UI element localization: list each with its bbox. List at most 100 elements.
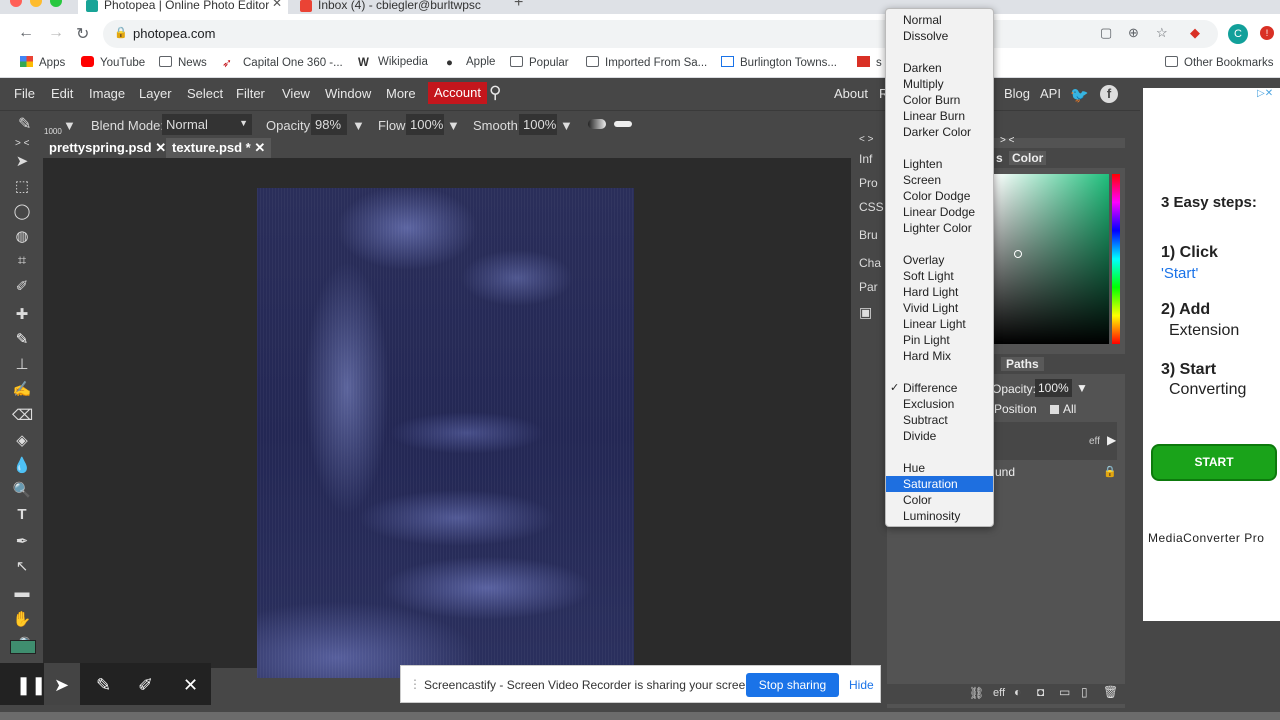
adjustment-layer-icon[interactable]: ◐ [1014,685,1021,699]
search-icon[interactable]: ⚲ [489,83,501,103]
fill-tool-icon[interactable]: ◈ [12,431,32,449]
blend-option-divide[interactable]: Divide [886,428,993,444]
blend-option-linear-burn[interactable]: Linear Burn [886,108,993,124]
hide-button[interactable]: Hide [849,678,874,692]
blend-option-darker-color[interactable]: Darker Color [886,124,993,140]
blend-option-hard-mix[interactable]: Hard Mix [886,348,993,364]
expand-effects-icon[interactable]: ▶ [1107,433,1116,447]
menu-view[interactable]: View [282,86,310,101]
reload-icon[interactable]: ↻ [76,24,89,44]
menu-edit[interactable]: Edit [51,86,73,101]
hue-slider[interactable] [1112,174,1120,344]
bookmark-capital-one[interactable]: ➶ Capital One 360 -... [222,56,343,70]
menu-select[interactable]: Select [187,86,223,101]
blend-option-color-dodge[interactable]: Color Dodge [886,188,993,204]
type-tool-icon[interactable]: T [12,506,32,524]
menu-blog[interactable]: Blog [1004,86,1030,101]
opacity-field[interactable]: 98% [311,114,347,135]
panel-info[interactable]: Inf [859,152,872,166]
blend-option-darken[interactable]: Darken [886,60,993,76]
brush-preset-dropdown-icon[interactable]: ▼ [63,118,76,133]
blend-option-hard-light[interactable]: Hard Light [886,284,993,300]
bookmark-news[interactable]: News [159,56,207,69]
highlighter-icon[interactable]: ✐ [138,675,153,696]
forward-arrow-icon[interactable]: → [48,24,64,42]
tab-paths[interactable]: Paths [1001,357,1044,371]
extension-icon[interactable]: ◆ [1190,25,1200,41]
blend-option-vivid-light[interactable]: Vivid Light [886,300,993,316]
marquee-tool-icon[interactable]: ⬚ [12,177,32,195]
cursor-icon[interactable]: ➤ [54,675,69,696]
blend-mode-dropdown[interactable]: Normal Dissolve Darken Multiply Color Burn Li… [885,8,994,527]
clipboard-icon[interactable]: ▢ [1100,25,1112,41]
path-select-tool-icon[interactable]: ↖ [12,557,32,575]
blend-option-difference[interactable]: ✓ Difference [886,380,993,396]
shape-tool-icon[interactable]: ▬ [12,584,32,602]
blend-option-luminosity[interactable]: Luminosity [886,508,993,524]
bookmark-apps[interactable]: Apps [20,56,65,69]
color-picker-cursor[interactable] [1014,250,1022,258]
menu-api[interactable]: API [1040,86,1061,101]
flow-field[interactable]: 100% [406,114,444,135]
browser-tab-inbox[interactable]: Inbox (4) - cbiegler@burltwpsc [292,0,502,14]
history-brush-icon[interactable]: ✍ [12,380,32,398]
bookmark-s[interactable]: s [857,56,882,69]
panel-properties[interactable]: Pro [859,176,878,190]
bookmark-apple[interactable]: ● Apple [446,56,495,69]
account-button[interactable]: Account [428,82,487,104]
menu-file[interactable]: File [14,86,35,101]
back-arrow-icon[interactable]: ← [18,24,34,42]
menu-filter[interactable]: Filter [236,86,265,101]
close-icon[interactable]: ✕ [183,675,198,696]
blend-option-color-burn[interactable]: Color Burn [886,92,993,108]
layer-opacity-dropdown-icon[interactable]: ▼ [1076,381,1088,395]
airbrush-icon[interactable] [588,119,606,129]
tab-swatches[interactable]: s [996,151,1003,165]
zoom-icon[interactable]: ⊕ [1128,25,1139,41]
bookmark-star-icon[interactable]: ☆ [1156,25,1168,41]
blend-mode-select[interactable]: Normal ▼ [162,114,252,135]
menu-image[interactable]: Image [89,86,125,101]
drag-handle-icon[interactable]: ⋮ [409,677,421,691]
url-text[interactable]: photopea.com [133,26,215,41]
collapse-right-button[interactable]: > < [1000,135,1014,146]
stamp-tool-icon[interactable]: ⊥ [12,355,32,373]
background-layer-row[interactable]: und 🔒 [993,460,1117,484]
hand-tool-icon[interactable]: ✋ [12,610,32,628]
bookmark-imported[interactable]: Imported From Sa... [586,56,707,69]
close-icon[interactable]: ✕ [155,140,166,155]
panel-character[interactable]: Cha [859,256,881,270]
blur-tool-icon[interactable]: 💧 [12,456,32,474]
texture-image[interactable] [257,188,634,678]
blend-option-lighter-color[interactable]: Lighter Color [886,220,993,236]
eyedropper-tool-icon[interactable]: ✐ [12,277,32,295]
color-picker-field[interactable] [994,174,1109,344]
expand-panels-button[interactable]: < > [859,134,873,145]
bookmark-wikipedia[interactable]: W Wikipedia [358,56,428,69]
dodge-tool-icon[interactable]: 🔍 [12,481,32,499]
close-icon[interactable]: ✕ [254,140,265,155]
blend-option-color[interactable]: Color [886,492,993,508]
effects-label[interactable]: eff [1089,436,1100,447]
close-tab-icon[interactable]: ✕ [272,0,282,10]
blend-option-lighten[interactable]: Lighten [886,156,993,172]
crop-tool-icon[interactable]: ⌗ [12,252,32,270]
brush-tool-icon[interactable]: ✎ [12,330,32,348]
lasso-tool-icon[interactable]: ◯ [12,202,32,220]
maximize-window-icon[interactable] [50,0,62,7]
blend-option-multiply[interactable]: Multiply [886,76,993,92]
quick-select-tool-icon[interactable]: ◍ [12,227,32,245]
blend-option-pin-light[interactable]: Pin Light [886,332,993,348]
smooth-field[interactable]: 100% [519,114,557,135]
facebook-icon[interactable]: f [1100,85,1118,103]
twitter-icon[interactable]: 🐦 [1070,86,1089,104]
panel-paragraph[interactable]: Par [859,280,878,294]
blend-option-linear-light[interactable]: Linear Light [886,316,993,332]
move-tool-icon[interactable]: ➤ [12,152,32,170]
new-layer-icon[interactable]: ▯ [1081,685,1088,699]
panel-css[interactable]: CSS [859,200,884,214]
blend-option-hue[interactable]: Hue [886,460,993,476]
profile-avatar[interactable]: C [1228,24,1248,44]
browser-menu-icon[interactable]: ! [1260,26,1274,40]
ad-choices-icon[interactable]: ▷✕ [1257,88,1273,99]
